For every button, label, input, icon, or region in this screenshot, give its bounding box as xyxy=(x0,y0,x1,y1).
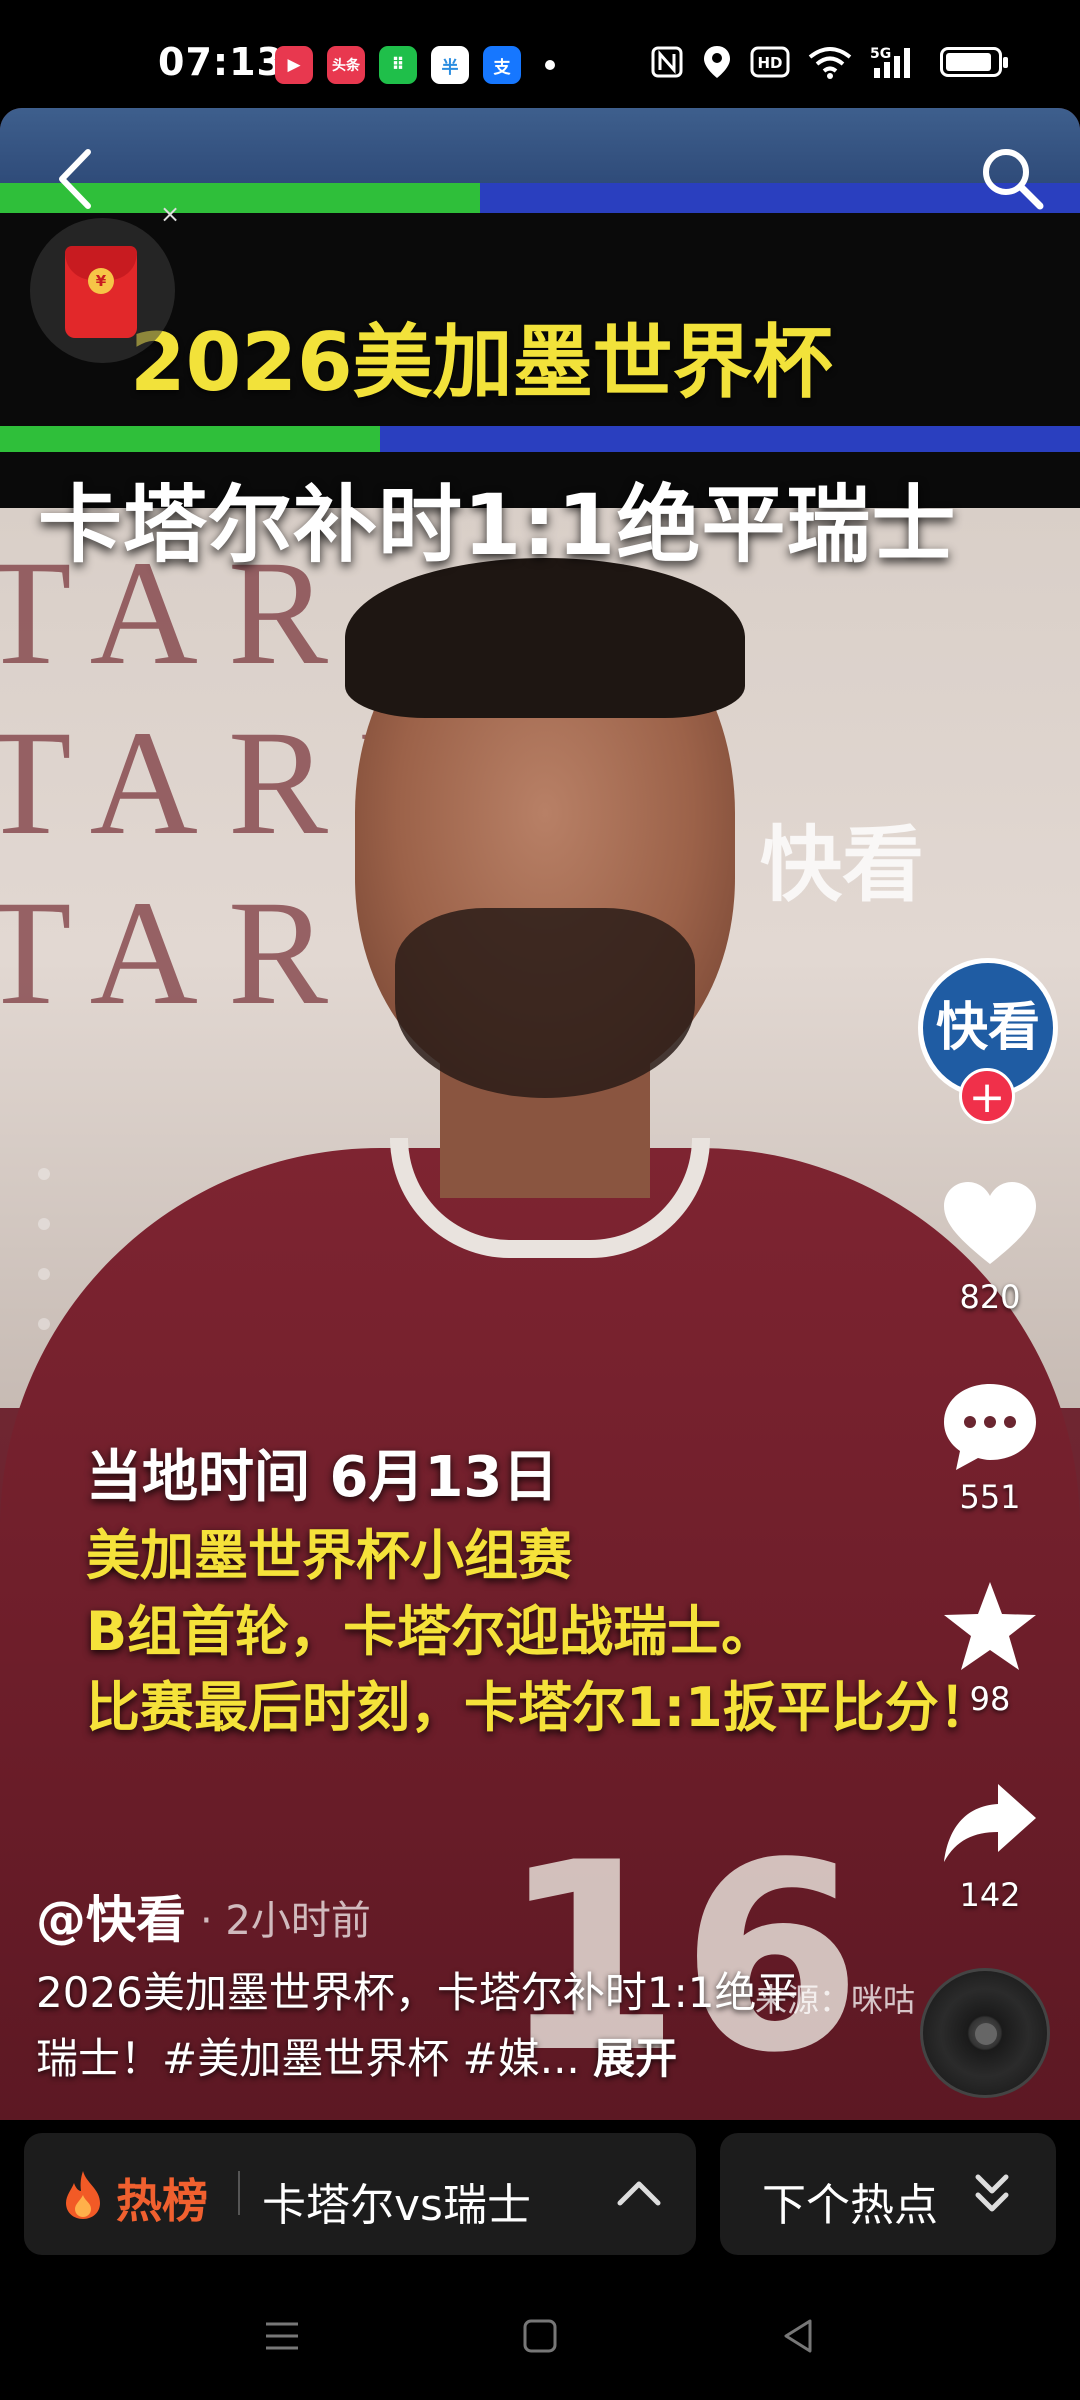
toutiao-app-icon: 头条 xyxy=(327,46,365,84)
video-app-icon: ▶ xyxy=(275,46,313,84)
flame-icon xyxy=(66,2171,100,2219)
red-packet-close-icon[interactable]: × xyxy=(160,200,180,228)
caption-line: 美加墨世界杯小组赛 xyxy=(86,1524,572,1587)
comment-count: 551 xyxy=(959,1478,1021,1516)
back-nav-icon[interactable] xyxy=(778,2316,818,2356)
like-count: 820 xyxy=(959,1278,1021,1316)
caption-line: 比赛最后时刻，卡塔尔1:1扳平比分！ xyxy=(86,1676,993,1739)
chevron-up-icon[interactable] xyxy=(614,2173,664,2213)
hot-list-label: 热榜 xyxy=(116,2174,208,2228)
author-name[interactable]: @快看 xyxy=(36,1880,186,1952)
watermark-text: 快看 xyxy=(760,818,925,913)
menu-icon[interactable] xyxy=(262,2316,302,2356)
red-packet-widget[interactable]: ¥ xyxy=(30,218,175,363)
status-time: 07:13 xyxy=(158,40,284,84)
system-nav-bar xyxy=(0,2270,1080,2400)
location-icon xyxy=(704,46,730,78)
next-hotspot-label: 下个热点 xyxy=(762,2180,938,2231)
5g-signal-icon: 5G xyxy=(870,46,910,78)
caption-line-date: 当地时间 6月13日 xyxy=(86,1445,559,1510)
video-source: 来源：咪咕 xyxy=(755,1981,916,2019)
status-indicators: HD 5G xyxy=(650,44,1008,80)
nfc-icon xyxy=(651,46,683,78)
alipay-app-icon: 支 xyxy=(483,46,521,84)
caption-line: B组首轮，卡塔尔迎战瑞士。 xyxy=(86,1600,776,1663)
like-icon[interactable] xyxy=(940,1176,1040,1276)
follow-button[interactable]: + xyxy=(959,1068,1015,1124)
status-app-icons: ▶ 头条 ⠿ 半 支 xyxy=(275,46,555,84)
wifi-icon xyxy=(808,47,852,79)
search-icon[interactable] xyxy=(978,144,1048,214)
share-icon[interactable] xyxy=(940,1776,1040,1876)
side-dots xyxy=(38,1168,50,1330)
expand-link[interactable]: 展开 xyxy=(593,2034,677,2083)
hot-list-bar[interactable]: 热榜 卡塔尔vs瑞士 xyxy=(24,2133,696,2255)
post-description[interactable]: 2026美加墨世界杯，卡塔尔补时1:1绝平瑞士！#美加墨世界杯 #媒... 展开 xyxy=(36,1960,816,2092)
double-chevron-down-icon xyxy=(975,2174,1009,2212)
hd-icon: HD xyxy=(750,46,790,78)
next-hotspot-button[interactable]: 下个热点 xyxy=(720,2133,1056,2255)
notification-dot xyxy=(545,60,555,70)
music-disc-icon[interactable] xyxy=(920,1968,1050,2098)
back-icon[interactable] xyxy=(50,146,100,212)
shopping-app-icon: 半 xyxy=(431,46,469,84)
hot-topic-text: 卡塔尔vs瑞士 xyxy=(262,2180,531,2231)
star-icon[interactable] xyxy=(940,1578,1040,1678)
svg-text:5G: 5G xyxy=(870,46,891,62)
share-count: 142 xyxy=(959,1876,1021,1914)
video-headline-main: 卡塔尔补时1:1绝平瑞士 xyxy=(38,476,957,574)
status-bar: 07:13 ▶ 头条 ⠿ 半 支 HD 5G xyxy=(0,0,1080,108)
coin-icon: ¥ xyxy=(88,268,114,294)
favorite-count: 98 xyxy=(969,1680,1011,1718)
video-headline-top: 2026美加墨世界杯 xyxy=(130,316,833,409)
comment-icon[interactable] xyxy=(940,1376,1040,1476)
svg-text:HD: HD xyxy=(757,54,782,72)
home-icon[interactable] xyxy=(520,2316,560,2356)
battery-icon xyxy=(940,47,1008,77)
post-time: · 2小时前 xyxy=(200,1898,371,1944)
video-player[interactable]: TAR Q TARDA TAR Q 16 2026美加墨世界杯 卡塔尔补时1:1… xyxy=(0,108,1080,2120)
wechat-mini-icon: ⠿ xyxy=(379,46,417,84)
video-caption: 当地时间 6月13日 美加墨世界杯小组赛 B组首轮，卡塔尔迎战瑞士。 比赛最后时… xyxy=(86,1438,993,1746)
